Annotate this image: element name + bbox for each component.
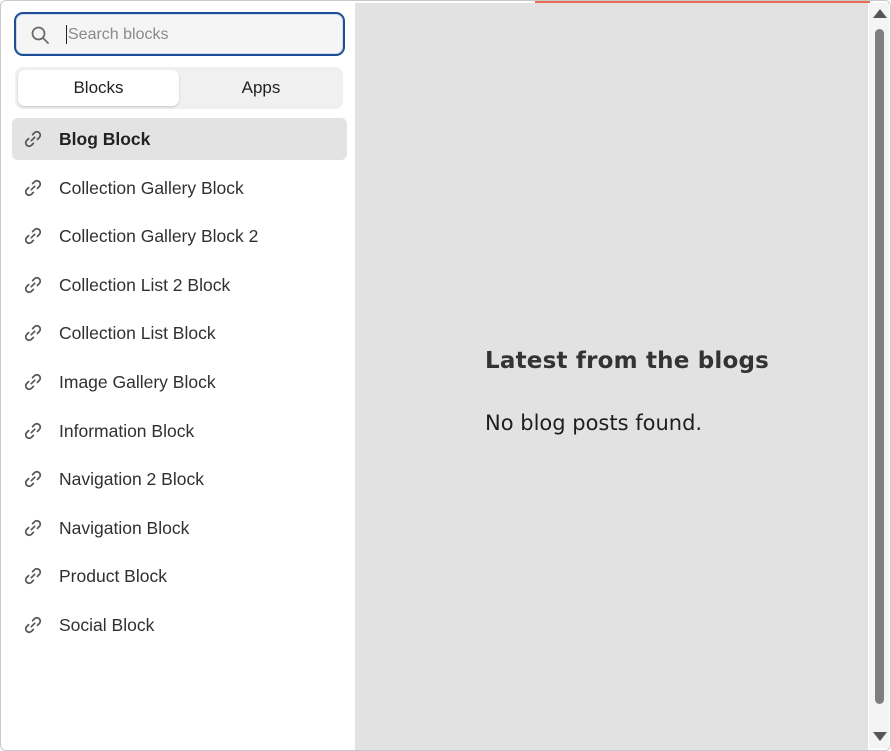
text-caret — [66, 25, 67, 44]
list-item-label: Navigation 2 Block — [59, 469, 204, 489]
search-input[interactable] — [66, 20, 330, 50]
link-icon — [24, 616, 42, 634]
list-item-label: Product Block — [59, 566, 167, 586]
list-item-label: Collection Gallery Block 2 — [59, 226, 259, 246]
list-item-collection-list-2-block[interactable]: Collection List 2 Block — [12, 264, 347, 306]
scroll-thumb[interactable] — [875, 29, 884, 704]
list-item-product-block[interactable]: Product Block — [12, 555, 347, 597]
tab-apps[interactable]: Apps — [181, 70, 341, 106]
block-type-tabs: Blocks Apps — [15, 67, 343, 109]
scroll-up-arrow-icon[interactable] — [873, 9, 887, 18]
link-icon — [24, 470, 42, 488]
list-item-label: Collection List 2 Block — [59, 275, 231, 295]
preview-empty-message: No blog posts found. — [485, 411, 703, 435]
link-icon — [24, 567, 42, 585]
list-item-social-block[interactable]: Social Block — [12, 604, 347, 646]
link-icon — [24, 227, 42, 245]
search-icon — [31, 26, 49, 44]
link-icon — [24, 373, 42, 391]
list-item-label: Image Gallery Block — [59, 372, 216, 392]
list-item-label: Social Block — [59, 615, 155, 635]
search-box[interactable] — [14, 12, 345, 56]
block-preview-pane: Latest from the blogs No blog posts foun… — [355, 3, 868, 750]
list-item-label: Collection Gallery Block — [59, 178, 244, 198]
block-picker-dialog: Blocks Apps Blog Block Collection Galler… — [0, 0, 891, 751]
list-item-collection-gallery-block-2[interactable]: Collection Gallery Block 2 — [12, 215, 347, 257]
list-item-navigation-2-block[interactable]: Navigation 2 Block — [12, 458, 347, 500]
link-icon — [24, 130, 42, 148]
list-item-information-block[interactable]: Information Block — [12, 410, 347, 452]
link-icon — [24, 519, 42, 537]
list-item-blog-block[interactable]: Blog Block — [12, 118, 347, 160]
list-item-label: Navigation Block — [59, 518, 190, 538]
preview-title: Latest from the blogs — [485, 348, 770, 374]
list-item-image-gallery-block[interactable]: Image Gallery Block — [12, 361, 347, 403]
link-icon — [24, 179, 42, 197]
vertical-scrollbar[interactable] — [869, 3, 889, 748]
list-item-label: Information Block — [59, 421, 195, 441]
list-item-navigation-block[interactable]: Navigation Block — [12, 507, 347, 549]
scroll-down-arrow-icon[interactable] — [873, 732, 887, 741]
list-item-label: Blog Block — [59, 129, 151, 149]
link-icon — [24, 422, 42, 440]
list-item-label: Collection List Block — [59, 323, 216, 343]
blocks-sidebar: Blocks Apps Blog Block Collection Galler… — [3, 3, 355, 750]
link-icon — [24, 324, 42, 342]
tab-blocks[interactable]: Blocks — [18, 70, 179, 106]
link-icon — [24, 276, 42, 294]
list-item-collection-list-block[interactable]: Collection List Block — [12, 312, 347, 354]
list-item-collection-gallery-block[interactable]: Collection Gallery Block — [12, 167, 347, 209]
